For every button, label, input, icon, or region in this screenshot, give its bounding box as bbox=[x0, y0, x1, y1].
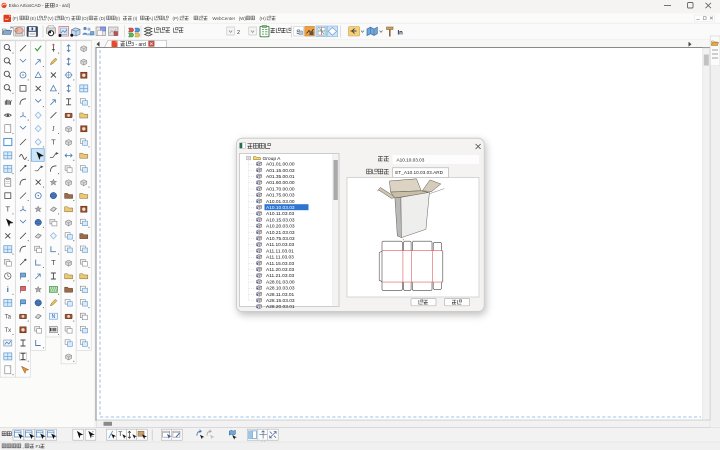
svg-text:A28.20.03.01: A28.20.03.01 bbox=[266, 304, 295, 310]
svg-text:Tx: Tx bbox=[4, 328, 11, 334]
svg-text:J: J bbox=[52, 125, 55, 133]
svg-text:3 - ard: 3 - ard bbox=[131, 42, 146, 48]
svg-text:(W): (W) bbox=[239, 16, 247, 21]
svg-text:(P): (P) bbox=[173, 16, 180, 21]
svg-text:A28.10.03.03: A28.10.03.03 bbox=[266, 286, 295, 292]
svg-text:Ta: Ta bbox=[5, 315, 12, 321]
svg-text:Group A: Group A bbox=[263, 156, 282, 162]
svg-text:A11.10.03.03: A11.10.03.03 bbox=[266, 242, 295, 248]
svg-text:3 - ard]: 3 - ard] bbox=[56, 3, 70, 8]
svg-text:A10.01.03.00: A10.01.03.00 bbox=[266, 199, 295, 205]
svg-text:A10.21.03.03: A10.21.03.03 bbox=[266, 230, 295, 236]
svg-text:T: T bbox=[6, 205, 11, 214]
svg-text:(A): (A) bbox=[147, 16, 154, 21]
svg-text:A10.11.03.03: A10.11.03.03 bbox=[266, 211, 295, 217]
svg-text:A10.10.03.03: A10.10.03.03 bbox=[266, 205, 295, 211]
svg-text:A10.15.03.03: A10.15.03.03 bbox=[266, 217, 295, 223]
svg-text:In: In bbox=[398, 31, 404, 37]
svg-text:A01.60.00.00: A01.60.00.00 bbox=[266, 180, 295, 186]
svg-text:(H): (H) bbox=[260, 16, 267, 21]
svg-text:Esko ArtiosCAD - [: Esko ArtiosCAD - [ bbox=[9, 3, 47, 8]
svg-text:(F): (F) bbox=[13, 16, 19, 21]
svg-text:(V): (V) bbox=[48, 16, 55, 21]
svg-text:(I): (I) bbox=[116, 16, 121, 21]
svg-text:A28.11.03.01: A28.11.03.01 bbox=[266, 292, 295, 298]
svg-text:A01.70.00.00: A01.70.00.00 bbox=[266, 186, 295, 192]
svg-text:(O): (O) bbox=[82, 16, 89, 21]
svg-text:A11.11.03.03: A11.11.03.03 bbox=[266, 255, 294, 261]
svg-text:A01.01.00.00: A01.01.00.00 bbox=[266, 162, 295, 168]
svg-text:N: N bbox=[52, 314, 56, 320]
svg-text:A28.15.03.03: A28.15.03.03 bbox=[266, 298, 295, 304]
svg-text:(E): (E) bbox=[30, 16, 37, 21]
svg-text:A10.75.03.03: A10.75.03.03 bbox=[266, 236, 295, 242]
svg-text:F1: F1 bbox=[36, 444, 42, 449]
svg-text:A01.35.00.01: A01.35.00.01 bbox=[266, 174, 295, 180]
svg-text:T: T bbox=[51, 138, 56, 147]
svg-text:A01.75.00.03: A01.75.00.03 bbox=[266, 193, 295, 199]
svg-text:i: i bbox=[7, 285, 9, 294]
svg-text:A11.21.03.03: A11.21.03.03 bbox=[266, 273, 295, 279]
svg-text:A01.15.00.03: A01.15.00.03 bbox=[266, 168, 295, 174]
svg-text:ET_A10.10.03.03.ARD: ET_A10.10.03.03.ARD bbox=[395, 170, 443, 175]
svg-text:T: T bbox=[51, 258, 56, 267]
svg-text::: : bbox=[388, 171, 389, 177]
svg-text:(T): (T) bbox=[64, 16, 70, 21]
svg-text:A10.20.03.03: A10.20.03.03 bbox=[266, 224, 295, 230]
svg-text:A11.11.03.01: A11.11.03.01 bbox=[266, 248, 294, 254]
svg-text:T: T bbox=[118, 431, 122, 438]
svg-text:(D): (D) bbox=[99, 16, 106, 21]
svg-text:(I): (I) bbox=[133, 16, 138, 21]
svg-text:,: , bbox=[23, 444, 24, 449]
svg-text:A10.10.03.03: A10.10.03.03 bbox=[397, 157, 425, 162]
svg-text:A28.01.03.00: A28.01.03.00 bbox=[266, 279, 295, 285]
svg-text::: : bbox=[388, 157, 389, 163]
svg-text:2: 2 bbox=[237, 30, 240, 36]
svg-text:A11.20.03.03: A11.20.03.03 bbox=[266, 267, 295, 273]
svg-text:WebCenter: WebCenter bbox=[212, 16, 235, 21]
svg-text:A11.15.03.03: A11.15.03.03 bbox=[266, 261, 295, 267]
